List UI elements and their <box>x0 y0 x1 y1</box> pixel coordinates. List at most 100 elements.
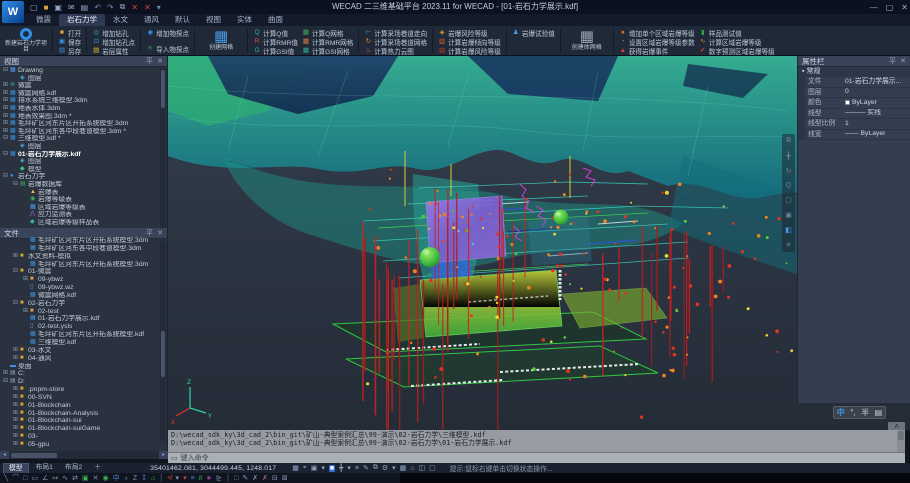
expand-icon[interactable]: ⊞ <box>23 308 30 316</box>
ribbon-button[interactable]: ◉增加物探点 <box>146 28 189 37</box>
tree-item[interactable]: ⊞■01-Blockchain-sui <box>0 417 167 425</box>
property-row[interactable]: 颜色ByLayer <box>805 98 910 109</box>
command-window[interactable]: D:\wecad_sdk_ky\3d_cad_2\bin_git\矿山-典型案例… <box>168 430 905 463</box>
draw-tool-icon[interactable]: ♯ <box>199 475 203 482</box>
draw-tool-icon[interactable]: ⊠ <box>282 474 288 482</box>
property-row[interactable]: 线宽—— ByLayer <box>805 130 910 141</box>
scroll-left-icon[interactable]: ◂ <box>0 451 9 459</box>
tree-item[interactable]: ⊟■02-岩石力学 <box>0 300 167 308</box>
expand-icon[interactable]: ⊞ <box>13 410 20 418</box>
draw-tool-icon[interactable]: ↧ <box>141 474 147 482</box>
tree-item[interactable]: ◆模型 <box>0 166 167 174</box>
status-toggle-icon[interactable]: ╋ <box>339 464 343 472</box>
ribbon-tab[interactable]: 默认 <box>167 14 198 26</box>
scroll-right-icon[interactable]: ▸ <box>159 451 168 459</box>
ribbon-tab[interactable]: 曲面 <box>260 14 291 26</box>
expand-icon[interactable]: ⊟ <box>13 300 20 308</box>
tree-item[interactable]: ⊞■09-ybwz <box>0 276 167 284</box>
draw-tool-icon[interactable]: ⌂ <box>151 475 155 482</box>
status-toggle-icon[interactable]: ▦ <box>292 464 299 472</box>
draw-tool-icon[interactable]: ≮ <box>167 475 171 482</box>
ribbon-tab[interactable]: 通风 <box>136 14 167 26</box>
quick-access-icon[interactable]: ▢ <box>30 3 38 12</box>
ribbon-tab[interactable]: 水文 <box>105 14 136 26</box>
expand-icon[interactable]: ⊟ <box>3 135 10 143</box>
tree-item[interactable]: ▦微震网格.kdf <box>0 292 167 300</box>
close-icon[interactable]: ✕ <box>900 56 906 67</box>
tree-item[interactable]: ⊟▦三维模型.kdf * <box>0 135 167 143</box>
tree-item[interactable]: ⊞■水文资料-模拟 <box>0 253 167 261</box>
status-toggle-icon[interactable]: ▾ <box>321 464 325 472</box>
ribbon-tab[interactable]: 岩石力学 <box>59 14 105 26</box>
properties-section-header[interactable]: ▪ 常规 <box>798 67 910 77</box>
file-tree-hscrollbar[interactable]: ◂ ▸ <box>0 451 168 459</box>
tree-item[interactable]: ⊞■03-水文 <box>0 347 167 355</box>
ribbon-tab[interactable]: 实体 <box>229 14 260 26</box>
ribbon-button[interactable]: ▲获得岩爆事件 <box>619 46 695 55</box>
draw-tool-icon[interactable]: ⌒ <box>12 473 19 483</box>
draw-tool-icon[interactable]: ▭ <box>31 474 38 482</box>
create-grid-button[interactable]: ▦ 创建网格 <box>198 27 244 54</box>
draw-tool-icon[interactable]: ↦ <box>52 474 58 482</box>
expand-icon[interactable]: ⊞ <box>3 90 10 98</box>
tree-item[interactable]: ◈图层 <box>0 143 167 151</box>
tree-item[interactable]: ⊞▦排水系统三维模型.3dm <box>0 97 167 105</box>
tree-item[interactable]: ⊞▦地表水体.3dm <box>0 105 167 113</box>
tree-item[interactable]: ▲岩爆表 <box>0 189 167 197</box>
tree-item[interactable]: ▦三维模型.kdf <box>0 339 167 347</box>
expand-icon[interactable]: ⊟ <box>3 151 10 159</box>
draw-tool-icon[interactable]: ∗ <box>206 474 212 482</box>
draw-tool-icon[interactable]: ┃ <box>159 474 163 482</box>
quick-access-icon[interactable]: ↷ <box>107 3 114 12</box>
draw-tool-icon[interactable]: ┃ <box>226 474 230 482</box>
expand-icon[interactable]: ⊞ <box>13 347 20 355</box>
tree-item[interactable]: ⊞■01-Blockchain-Analysis <box>0 410 167 418</box>
status-toggle-icon[interactable]: ✎ <box>363 464 369 472</box>
status-toggle-icon[interactable]: ■ <box>329 465 335 472</box>
tree-item[interactable]: ▦毛坪矿区河东片区开拓系统模型.kdf <box>0 331 167 339</box>
view-tree-scrollbar[interactable] <box>160 68 166 228</box>
draw-tool-icon[interactable]: ✎ <box>242 474 248 482</box>
tree-item[interactable]: ⊞■.pnpm-store <box>0 386 167 394</box>
ribbon-tab[interactable]: 微震 <box>28 14 59 26</box>
draw-tool-icon[interactable]: ◉ <box>102 474 108 482</box>
expand-icon[interactable]: ⊞ <box>3 113 10 121</box>
expand-icon[interactable]: ⊞ <box>3 128 10 136</box>
tree-item[interactable]: ⊟●岩石力学 <box>0 173 167 181</box>
file-tree-scrollbar[interactable] <box>160 241 166 441</box>
expand-icon[interactable]: ⊞ <box>13 355 20 363</box>
status-toggle-icon[interactable]: ▦ <box>400 464 407 472</box>
ribbon-button[interactable]: ▥计算岩爆风险等级 <box>438 46 501 55</box>
tree-item[interactable]: ⊞■01-Blockchain <box>0 402 167 410</box>
layout-tab[interactable]: 布局1 <box>31 463 58 474</box>
pin-icon[interactable]: 平 <box>889 56 896 67</box>
window-control-icon[interactable]: ▢ <box>886 3 894 12</box>
draw-tool-icon[interactable]: Z <box>133 475 137 482</box>
status-toggle-icon[interactable]: ▢ <box>429 464 436 472</box>
draw-tool-icon[interactable]: ▣ <box>82 474 89 482</box>
layout-tab[interactable]: ＋ <box>89 463 106 474</box>
ribbon-tab[interactable]: 视图 <box>198 14 229 26</box>
draw-tool-icon[interactable]: ♁ <box>124 475 129 482</box>
ribbon-button[interactable]: ▤岩层属性 <box>92 46 135 55</box>
ime-skin-icon[interactable]: ▤ <box>875 408 883 417</box>
tree-item[interactable]: ▯02-test.ysls <box>0 323 167 331</box>
draw-tool-icon[interactable]: ✕ <box>93 474 99 482</box>
draw-tool-icon[interactable]: ∠ <box>42 474 48 482</box>
expand-icon[interactable]: ⊟ <box>13 181 20 189</box>
status-toggle-icon[interactable]: ⌖ <box>303 464 307 472</box>
ribbon-button[interactable]: ✔数字预测区域岩爆等级 <box>699 46 775 55</box>
layout-tab[interactable]: 模型 <box>3 463 29 474</box>
quick-access-icon[interactable]: ⧉ <box>120 2 126 12</box>
expand-icon[interactable]: ⊞ <box>3 97 10 105</box>
new-rockmech-project-button[interactable]: 新建岩石力学项目 <box>3 27 49 54</box>
expand-icon[interactable]: ⊞ <box>3 105 10 113</box>
ribbon-button[interactable]: ▦计算GSI网格 <box>302 46 353 55</box>
draw-tool-icon[interactable]: ≡ <box>191 475 195 482</box>
draw-tool-icon[interactable]: ⊟ <box>272 474 278 482</box>
draw-tool-icon[interactable]: ▾ <box>183 474 187 482</box>
tree-item[interactable]: ⊞■02-test <box>0 308 167 316</box>
tree-item[interactable]: ⊞▦微震网格.kdf <box>0 90 167 98</box>
status-toggle-icon[interactable]: ⧉ <box>373 464 378 472</box>
property-row[interactable]: 文件01-岩石力学展示... <box>805 77 910 88</box>
